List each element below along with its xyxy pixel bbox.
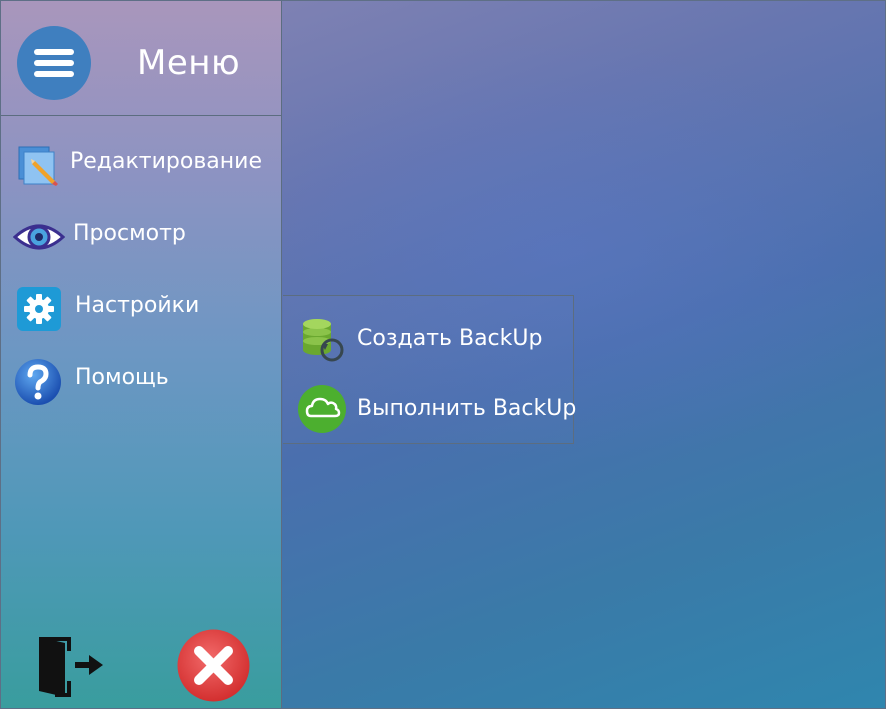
sidebar-item-settings[interactable]: Настройки — [1, 279, 281, 335]
sidebar-item-edit[interactable]: Редактирование — [1, 135, 281, 191]
sidebar: Меню Редактирование Просмотр Настройки П… — [1, 1, 282, 708]
submenu-item-label: Создать BackUp — [357, 326, 543, 351]
sidebar-item-label: Просмотр — [73, 221, 186, 246]
help-icon — [13, 357, 61, 405]
sidebar-item-label: Редактирование — [70, 149, 262, 174]
submenu-item-create-backup[interactable]: Создать BackUp — [283, 308, 573, 368]
sidebar-item-label: Помощь — [75, 365, 169, 390]
menu-header: Меню — [1, 1, 281, 116]
database-backup-icon — [297, 314, 347, 364]
exit-button[interactable] — [35, 633, 107, 699]
app-window: Меню Редактирование Просмотр Настройки П… — [0, 0, 886, 709]
close-icon — [176, 629, 251, 707]
sidebar-item-view[interactable]: Просмотр — [1, 207, 281, 263]
gear-icon — [15, 285, 63, 333]
sidebar-item-label: Настройки — [75, 293, 200, 318]
submenu-item-run-backup[interactable]: Выполнить BackUp — [283, 378, 577, 438]
eye-icon — [12, 213, 66, 261]
backup-submenu: Создать BackUp Выполнить BackUp — [283, 295, 577, 444]
submenu-item-label: Выполнить BackUp — [357, 396, 577, 421]
hamburger-menu-button[interactable] — [17, 26, 91, 100]
menu-title: Меню — [137, 43, 241, 83]
sidebar-item-help[interactable]: Помощь — [1, 351, 281, 407]
edit-icon — [15, 141, 63, 189]
close-button[interactable] — [176, 628, 251, 703]
exit-door-icon — [35, 637, 107, 703]
cloud-icon — [297, 384, 347, 434]
